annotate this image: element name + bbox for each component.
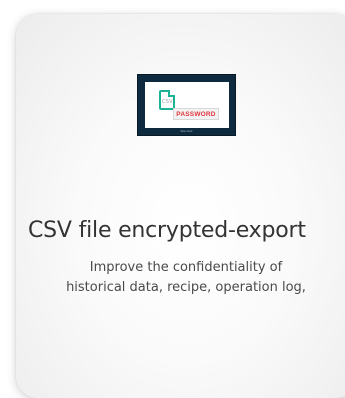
csv-file-label: CSV bbox=[162, 99, 173, 105]
card-title: CSV file encrypted-export bbox=[28, 218, 306, 243]
thumbnail-screen: CSV PASSWORD bbox=[145, 82, 229, 128]
card-description-line: Improve the confidentiality of bbox=[89, 260, 283, 275]
card-description-line: historical data, recipe, operation log, bbox=[66, 280, 306, 295]
feature-card[interactable] bbox=[16, 14, 345, 398]
password-label: PASSWORD bbox=[176, 110, 216, 118]
thumbnail-brand-logo: Weintek bbox=[180, 129, 193, 133]
card-description: Improve the confidentiality of historica… bbox=[16, 258, 345, 298]
feature-thumbnail: CSV PASSWORD Weintek bbox=[137, 74, 236, 136]
password-field: PASSWORD bbox=[173, 108, 219, 120]
